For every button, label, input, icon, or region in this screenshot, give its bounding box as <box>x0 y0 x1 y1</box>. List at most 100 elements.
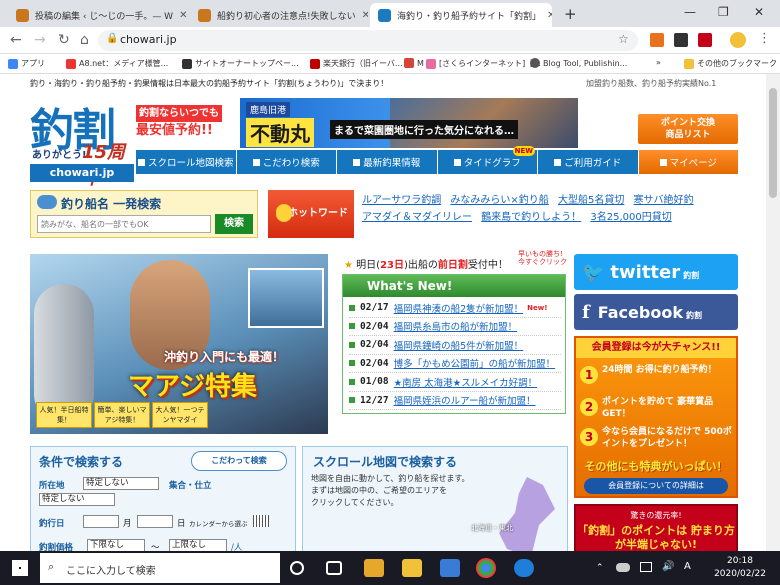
facebook-button[interactable]: f Facebook 釣割 <box>574 294 738 330</box>
task-view-icon[interactable] <box>326 561 342 575</box>
member-details-button[interactable]: 会員登録についての詳細は <box>584 478 728 494</box>
star-icon[interactable]: ☆ <box>618 32 629 46</box>
browser-tab-1[interactable]: 投稿の編集 ‹ じ～じの一手。— W ✕ <box>8 3 188 27</box>
calendar-link[interactable]: カレンダーから選ぶ <box>189 518 248 528</box>
bookmark-sakura[interactable]: [さくらインターネット]【... <box>426 58 541 69</box>
site-logo[interactable]: 釣割 ありがとう! 15周年 chowari.jp <box>30 94 134 189</box>
url-input[interactable]: 🔒 chowari.jp ☆ <box>98 30 638 51</box>
price-max-select[interactable]: 上限なし <box>169 539 227 551</box>
maximize-button[interactable]: ❐ <box>718 5 729 19</box>
store-icon[interactable] <box>364 559 384 577</box>
hotword-link[interactable]: ルアーサワラ釣調 <box>362 195 441 206</box>
bullet-icon <box>349 323 355 330</box>
feature-tag-1[interactable]: 人気！半日船特集！ <box>36 402 92 428</box>
onedrive-icon[interactable] <box>616 563 630 572</box>
bookmark-blog-tool[interactable]: Blog Tool, Publishin... <box>530 58 627 68</box>
location-select[interactable]: 特定しない <box>83 477 159 490</box>
minimize-button[interactable]: — <box>684 5 696 19</box>
edge-icon[interactable] <box>514 559 534 577</box>
logo-domain: chowari.jp <box>30 164 134 182</box>
news-item[interactable]: 02/17 福岡県神湊の船2隻が新加盟！ New! <box>349 299 561 318</box>
hotword-link[interactable]: 鶴来島で釣りしよう！ <box>481 212 581 223</box>
mail-icon[interactable] <box>440 559 460 577</box>
news-item[interactable]: 02/04 博多「かもめ公園前」の船が新加盟！ <box>349 355 561 373</box>
nav-kodawari[interactable]: こだわり検索 <box>237 150 337 174</box>
file-explorer-icon[interactable] <box>402 559 422 577</box>
home-icon[interactable]: ⌂ <box>80 32 89 48</box>
chrome-icon[interactable] <box>476 558 496 578</box>
battery-icon[interactable] <box>640 562 652 572</box>
kodawari-search-button[interactable]: こだわって検索 <box>191 451 287 471</box>
news-link[interactable]: 福岡県糸島市の船が新加盟！ <box>394 319 518 333</box>
ime-icon[interactable]: A <box>684 561 691 572</box>
member-signup-banner[interactable]: 会員登録は今が大チャンス!! 1 24時間 お得に釣り船予約！ 2 ポイントを貯めて… <box>574 336 738 498</box>
hotword-link[interactable]: みなみみらい×釣り船 <box>450 195 548 206</box>
feature-tag-3[interactable]: 大人気！一つテンヤマダイ <box>152 402 208 428</box>
meet-select[interactable]: 特定しない <box>39 493 115 506</box>
tray-chevron-icon[interactable]: ⌃ <box>596 563 604 573</box>
feature-tag-2[interactable]: 簡単、楽しいマアジ特集！ <box>94 402 150 428</box>
hotword-link[interactable]: 3名25,000円貸切 <box>590 212 671 223</box>
bookmark-site-owner[interactable]: サイトオーナートップペー... <box>182 58 299 69</box>
boat-name-input[interactable] <box>37 215 211 233</box>
hotword-link[interactable]: 大型船5名貸切 <box>558 195 624 206</box>
bookmark-gmail[interactable]: M <box>404 58 424 68</box>
month-select[interactable] <box>83 515 119 528</box>
extension-p-icon[interactable] <box>698 33 712 47</box>
news-item[interactable]: 01/08 ★南房 太海港★スルメイカ好調！ <box>349 373 561 392</box>
bookmarks-overflow[interactable]: » <box>656 58 661 67</box>
nav-scroll-map[interactable]: スクロール地図検索 <box>136 150 237 174</box>
reload-icon[interactable]: ↻ <box>58 32 70 48</box>
tomorrow-discount[interactable]: ★ 明日(23日)出船の前日割受付中！ 早いもの勝ち! 今すぐクリック <box>344 250 568 271</box>
news-link[interactable]: 博多「かもめ公園前」の船が新加盟！ <box>394 356 556 370</box>
news-item[interactable]: 12/27 福岡県姪浜のルアー船が新加盟！ <box>349 392 561 410</box>
news-link[interactable]: 福岡県姪浜のルアー船が新加盟！ <box>394 393 536 407</box>
search-button[interactable]: 検索 <box>215 214 253 234</box>
close-icon[interactable]: ✕ <box>173 10 187 21</box>
nav-mypage[interactable]: マイページ <box>638 150 738 174</box>
forward-arrow-icon[interactable]: → <box>34 32 46 48</box>
news-link[interactable]: 福岡県神湊の船2隻が新加盟！ <box>394 301 524 315</box>
bookmark-a8[interactable]: A8.net：メディア様管... <box>66 58 168 69</box>
cortana-icon[interactable] <box>290 561 304 575</box>
top-banner[interactable]: 鹿島旧港 不動丸 まるで菜園圏地に行った気分になれる… <box>240 98 578 148</box>
profile-avatar-icon[interactable] <box>730 32 746 48</box>
menu-kebab-icon[interactable]: ⋮ <box>758 31 771 46</box>
vertical-scrollbar[interactable] <box>766 74 780 551</box>
volume-icon[interactable]: 🔊 <box>662 561 674 572</box>
back-arrow-icon[interactable]: ← <box>10 32 22 48</box>
hotword-link[interactable]: アマダイ＆マダイリレー <box>362 212 472 223</box>
point-exchange-button[interactable]: ポイント交換 商品リスト <box>638 114 738 144</box>
calendar-icon[interactable] <box>253 515 269 527</box>
day-select[interactable] <box>137 515 173 528</box>
price-min-select[interactable]: 下限なし <box>87 539 145 551</box>
hotword-button[interactable]: ホットワード <box>268 190 354 238</box>
browser-tab-2[interactable]: 船釣り初心者の注意点!失敗しない ✕ <box>190 3 368 27</box>
taskbar-clock[interactable]: 20:18 2020/02/22 <box>708 555 772 581</box>
nav-guide[interactable]: ご利用ガイド <box>538 150 639 174</box>
close-icon[interactable]: ✕ <box>356 10 368 21</box>
bookmark-rakuten[interactable]: 楽天銀行（旧イーバ... <box>310 58 403 69</box>
windows-start-icon[interactable] <box>12 560 28 576</box>
news-link[interactable]: ★南房 太海港★スルメイカ好調！ <box>394 375 538 389</box>
hotword-link[interactable]: 寒サバ絶好釣 <box>634 195 694 206</box>
news-item[interactable]: 02/04 福岡県鐘崎の船5件が新加盟！ <box>349 336 561 355</box>
close-window-button[interactable]: ✕ <box>754 5 764 19</box>
map-hokkaido-tohoku[interactable] <box>499 477 555 551</box>
twitter-button[interactable]: 🐦 twitter 釣割 <box>574 254 738 290</box>
taskbar-search[interactable]: ⌕ ここに入力して検索 <box>40 553 280 583</box>
news-item[interactable]: 02/04 福岡県糸島市の船が新加盟！ <box>349 318 561 336</box>
extension-shield-icon[interactable] <box>674 33 688 47</box>
new-tab-button[interactable]: + <box>564 5 577 23</box>
news-link[interactable]: 福岡県鐘崎の船5件が新加盟！ <box>394 338 524 352</box>
bookmark-other[interactable]: その他のブックマーク <box>684 58 777 69</box>
nav-tide-graph[interactable]: タイドグラフ NEW <box>438 146 538 174</box>
browser-tab-3-active[interactable]: 海釣り・釣り船予約サイト「釣割」 ✕ <box>370 3 552 27</box>
bookmark-apps[interactable]: アプリ <box>8 58 45 69</box>
scrollbar-thumb[interactable] <box>769 88 777 198</box>
point-ad-banner[interactable]: 驚きの還元率! 「釣割」のポイントは 貯まり方が半端じゃない! <box>574 504 738 551</box>
close-icon[interactable]: ✕ <box>541 10 552 21</box>
nav-latest-catch[interactable]: 最新釣果情報 <box>337 150 438 174</box>
extension-chart-icon[interactable] <box>650 33 664 47</box>
feature-banner-maaji[interactable]: 沖釣り入門にも最適！ マアジ特集 人気！半日船特集！ 簡単、楽しいマアジ特集！ … <box>30 254 328 434</box>
